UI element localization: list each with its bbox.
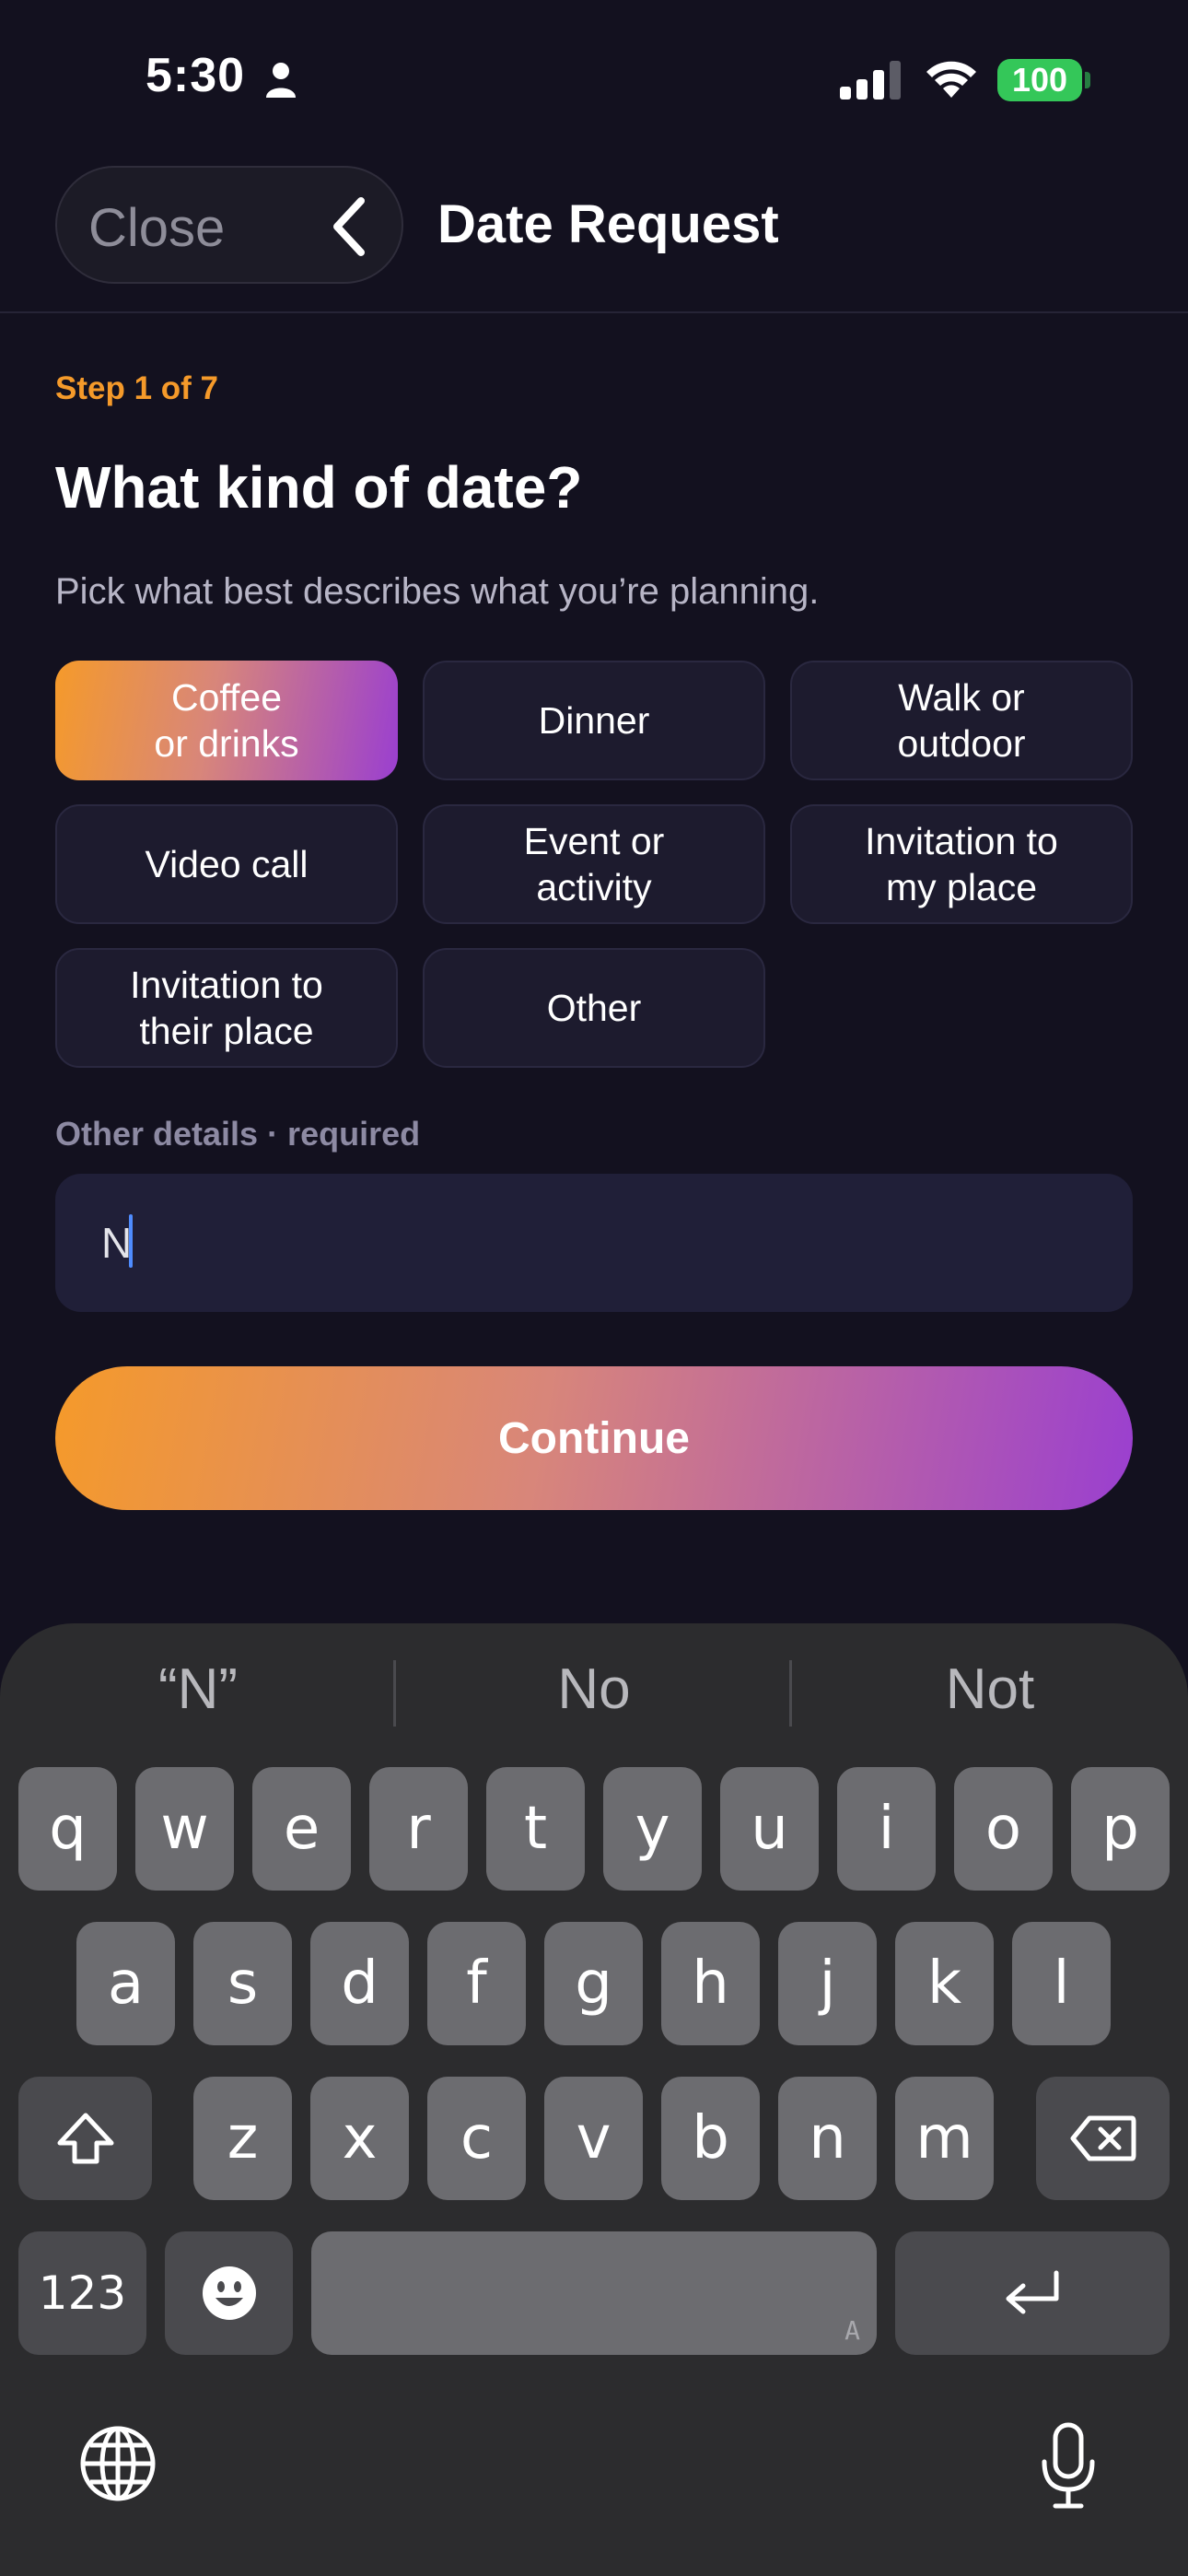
option-invitation-their-place[interactable]: Invitation to their place: [55, 948, 398, 1068]
keyboard: “N” No Not q w e r t y u i o p a s d f g…: [0, 1623, 1188, 2576]
key-r[interactable]: r: [369, 1767, 468, 1891]
close-label[interactable]: Close: [88, 197, 225, 259]
continue-button[interactable]: Continue: [55, 1366, 1133, 1510]
backspace-icon: [1070, 2115, 1136, 2161]
question-heading: What kind of date?: [55, 454, 583, 521]
option-dinner[interactable]: Dinner: [423, 661, 765, 780]
other-details-input[interactable]: N: [55, 1174, 1133, 1312]
option-coffee-or-drinks[interactable]: Coffee or drinks: [55, 661, 398, 780]
delete-key[interactable]: [1036, 2077, 1170, 2200]
option-other[interactable]: Other: [423, 948, 765, 1068]
key-i[interactable]: i: [837, 1767, 936, 1891]
key-a[interactable]: a: [76, 1922, 175, 2045]
key-w[interactable]: w: [135, 1767, 234, 1891]
battery-indicator: 100: [997, 59, 1082, 101]
other-details-value[interactable]: N: [101, 1218, 132, 1268]
shift-key[interactable]: [18, 2077, 152, 2200]
battery-nub: [1085, 72, 1090, 88]
microphone-icon[interactable]: [1039, 2421, 1098, 2510]
key-c[interactable]: c: [427, 2077, 526, 2200]
key-m[interactable]: m: [895, 2077, 994, 2200]
option-video-call[interactable]: Video call: [55, 804, 398, 924]
key-f[interactable]: f: [427, 1922, 526, 2045]
key-u[interactable]: u: [720, 1767, 819, 1891]
return-icon: [1006, 2270, 1059, 2314]
option-event-or-activity[interactable]: Event or activity: [423, 804, 765, 924]
shift-icon: [57, 2113, 113, 2164]
cellular-signal-icon: [840, 61, 901, 100]
key-q[interactable]: q: [18, 1767, 117, 1891]
key-s[interactable]: s: [193, 1922, 292, 2045]
text-caret: [129, 1214, 133, 1268]
emoji-key[interactable]: [165, 2231, 293, 2355]
person-icon: [266, 63, 296, 98]
status-bar: 5:30 100: [0, 0, 1188, 157]
header: Close Date Request: [0, 157, 1188, 313]
page-title: Date Request: [437, 194, 779, 254]
key-d[interactable]: d: [310, 1922, 409, 2045]
status-time: 5:30: [146, 49, 246, 102]
space-bar-hint: A: [844, 2315, 860, 2346]
key-h[interactable]: h: [661, 1922, 760, 2045]
key-t[interactable]: t: [486, 1767, 585, 1891]
key-o[interactable]: o: [954, 1767, 1053, 1891]
close-back-button[interactable]: Close: [55, 166, 403, 284]
key-n[interactable]: n: [778, 2077, 877, 2200]
step-indicator: Step 1 of 7: [55, 370, 218, 406]
chevron-left-icon[interactable]: [317, 192, 387, 262]
suggestion-2[interactable]: No: [396, 1657, 792, 1722]
key-y[interactable]: y: [603, 1767, 702, 1891]
key-x[interactable]: x: [310, 2077, 409, 2200]
option-walk-or-outdoor[interactable]: Walk or outdoor: [790, 661, 1133, 780]
key-l[interactable]: l: [1012, 1922, 1111, 2045]
key-z[interactable]: z: [193, 2077, 292, 2200]
return-key[interactable]: [895, 2231, 1170, 2355]
numbers-key[interactable]: 123: [18, 2231, 146, 2355]
key-v[interactable]: v: [544, 2077, 643, 2200]
option-invitation-my-place[interactable]: Invitation to my place: [790, 804, 1133, 924]
key-b[interactable]: b: [661, 2077, 760, 2200]
key-p[interactable]: p: [1071, 1767, 1170, 1891]
key-e[interactable]: e: [252, 1767, 351, 1891]
suggestion-3[interactable]: Not: [792, 1657, 1188, 1722]
key-g[interactable]: g: [544, 1922, 643, 2045]
emoji-icon: [202, 2266, 256, 2320]
globe-icon[interactable]: [77, 2423, 158, 2504]
key-j[interactable]: j: [778, 1922, 877, 2045]
space-bar[interactable]: A: [311, 2231, 877, 2355]
wifi-icon: [926, 61, 976, 98]
question-subtitle: Pick what best describes what you’re pla…: [55, 571, 820, 612]
other-details-label: Other details · required: [55, 1115, 421, 1153]
suggestion-1[interactable]: “N”: [0, 1657, 396, 1722]
key-k[interactable]: k: [895, 1922, 994, 2045]
